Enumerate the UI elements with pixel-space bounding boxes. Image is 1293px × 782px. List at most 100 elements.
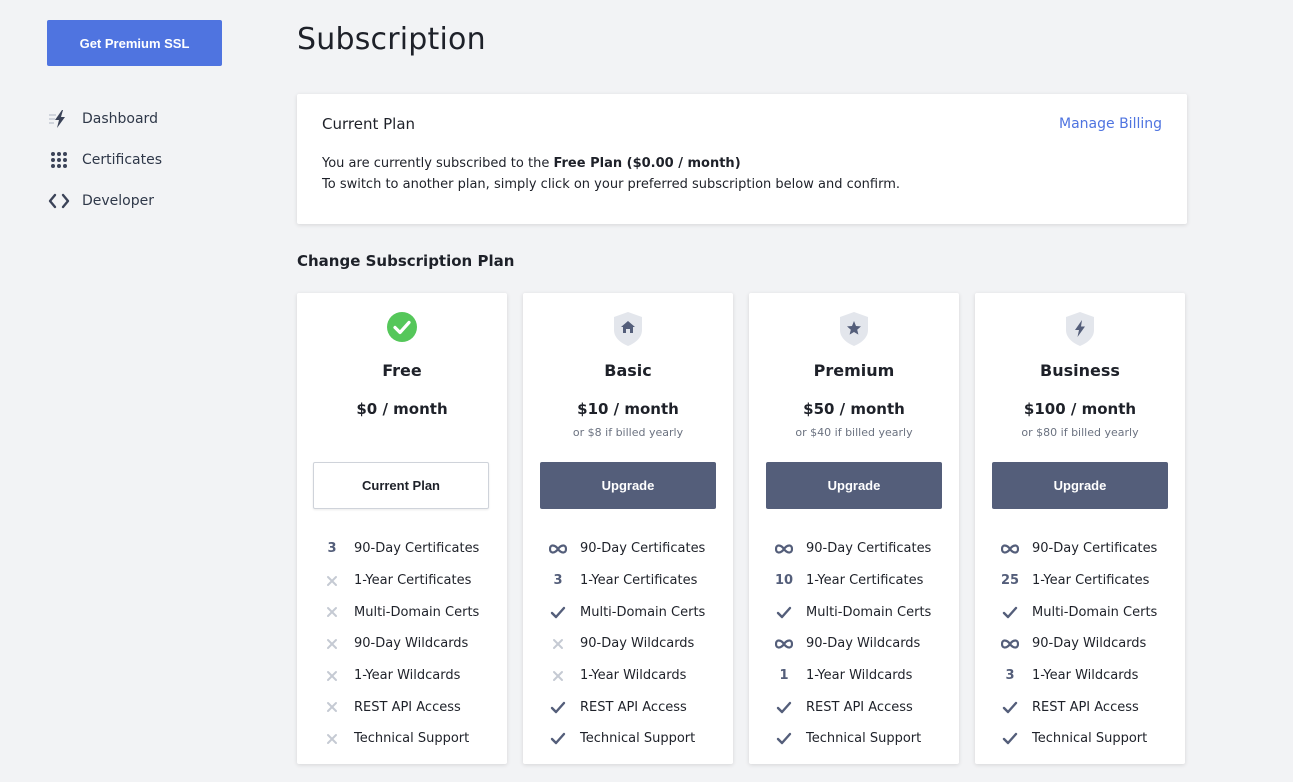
page-title: Subscription [297, 22, 486, 57]
feature-row: 1-Year Wildcards [547, 660, 705, 692]
feature-label: REST API Access [354, 699, 461, 715]
feature-row: 3 1-Year Wildcards [999, 660, 1157, 692]
feature-row: REST API Access [321, 691, 479, 723]
check-icon [547, 732, 569, 745]
feature-row: 90-Day Certificates [999, 533, 1157, 565]
feature-label: 90-Day Wildcards [806, 636, 921, 652]
feature-count: 3 [553, 573, 563, 589]
feature-label: Technical Support [354, 731, 470, 747]
feature-row: 3 90-Day Certificates [321, 533, 479, 565]
cross-icon [321, 701, 343, 713]
lightning-icon [48, 108, 70, 130]
feature-label: 90-Day Wildcards [354, 636, 469, 652]
check-circle-icon [297, 311, 507, 347]
feature-row: 90-Day Wildcards [547, 628, 705, 660]
feature-label: 90-Day Wildcards [580, 636, 695, 652]
plan-name: Free [382, 361, 422, 380]
check-icon [773, 606, 795, 619]
feature-label: 1-Year Certificates [1032, 573, 1150, 589]
feature-row: 25 1-Year Certificates [999, 565, 1157, 597]
feature-label: 1-Year Wildcards [580, 668, 687, 684]
feature-count: 10 [774, 573, 794, 589]
feature-row: 10 1-Year Certificates [773, 565, 931, 597]
feature-label: Technical Support [1032, 731, 1148, 747]
feature-row: Multi-Domain Certs [773, 596, 931, 628]
feature-row: 1-Year Certificates [321, 565, 479, 597]
code-icon [48, 190, 70, 212]
feature-label: 90-Day Certificates [354, 541, 480, 557]
feature-label: 1-Year Wildcards [1032, 668, 1139, 684]
feature-count: 25 [1000, 573, 1020, 589]
feature-label: 1-Year Certificates [354, 573, 472, 589]
plan-yearly-price: or $80 if billed yearly [1021, 426, 1139, 439]
feature-row: Technical Support [999, 723, 1157, 755]
cross-icon [321, 575, 343, 587]
feature-row: 90-Day Wildcards [999, 628, 1157, 660]
feature-label: 90-Day Certificates [580, 541, 706, 557]
feature-label: 1-Year Certificates [806, 573, 924, 589]
feature-row: Multi-Domain Certs [321, 596, 479, 628]
feature-label: 1-Year Wildcards [806, 668, 913, 684]
feature-label: Multi-Domain Certs [806, 604, 932, 620]
feature-row: Technical Support [773, 723, 931, 755]
feature-label: REST API Access [806, 699, 913, 715]
feature-label: REST API Access [1032, 699, 1139, 715]
manage-billing-link[interactable]: Manage Billing [1059, 116, 1162, 132]
upgrade-button[interactable]: Upgrade [766, 462, 942, 509]
get-premium-ssl-button[interactable]: Get Premium SSL [47, 20, 222, 66]
cross-icon [321, 670, 343, 682]
feature-label: REST API Access [580, 699, 687, 715]
shield-bolt-icon [975, 311, 1185, 347]
check-icon [773, 732, 795, 745]
plan-name: Basic [604, 361, 652, 380]
shield-home-icon [523, 311, 733, 347]
sidebar-item-developer[interactable]: Developer [48, 180, 162, 221]
sidebar-item-certificates[interactable]: Certificates [48, 139, 162, 180]
feature-label: Multi-Domain Certs [580, 604, 706, 620]
grid-icon [48, 149, 70, 171]
sidebar-item-label: Certificates [82, 151, 163, 168]
feature-row: 90-Day Certificates [547, 533, 705, 565]
feature-row: REST API Access [547, 691, 705, 723]
check-icon [999, 732, 1021, 745]
feature-label: Technical Support [806, 731, 922, 747]
cross-icon [547, 670, 569, 682]
feature-label: Multi-Domain Certs [354, 604, 480, 620]
infinity-icon [999, 544, 1021, 554]
cross-icon [321, 733, 343, 745]
feature-list: 90-Day Certificates 3 1-Year Certificates M… [547, 533, 705, 755]
plan-yearly-price: or $8 if billed yearly [572, 426, 684, 439]
feature-row: 90-Day Certificates [773, 533, 931, 565]
current-plan-description: You are currently subscribed to the Free… [322, 156, 741, 171]
feature-row: 1 1-Year Wildcards [773, 660, 931, 692]
feature-label: 90-Day Certificates [1032, 541, 1158, 557]
feature-count: 3 [327, 541, 337, 557]
sidebar-item-label: Dashboard [82, 110, 158, 127]
check-icon [547, 606, 569, 619]
current-plan-button[interactable]: Current Plan [313, 462, 489, 509]
check-icon [999, 701, 1021, 714]
current-plan-title: Current Plan [322, 115, 416, 133]
feature-list: 90-Day Certificates 10 1-Year Certificates… [773, 533, 931, 755]
feature-list: 3 90-Day Certificates 1-Year Certificates M… [321, 533, 479, 755]
upgrade-button[interactable]: Upgrade [540, 462, 716, 509]
cross-icon [321, 606, 343, 618]
infinity-icon [773, 544, 795, 554]
feature-row: Multi-Domain Certs [547, 596, 705, 628]
plan-price: $0 / month [356, 400, 448, 418]
upgrade-button[interactable]: Upgrade [992, 462, 1168, 509]
sidebar-item-dashboard[interactable]: Dashboard [48, 98, 162, 139]
current-plan-prefix: You are currently subscribed to the [322, 156, 554, 171]
feature-label: Multi-Domain Certs [1032, 604, 1158, 620]
feature-row: 90-Day Wildcards [321, 628, 479, 660]
infinity-icon [999, 639, 1021, 649]
check-icon [999, 606, 1021, 619]
check-icon [773, 701, 795, 714]
feature-label: 1-Year Certificates [580, 573, 698, 589]
infinity-icon [773, 639, 795, 649]
cross-icon [547, 638, 569, 650]
feature-count: 1 [779, 668, 789, 684]
plan-list: Free $0 / month Current Plan 3 90-Day Certif… [297, 293, 1185, 764]
feature-row: REST API Access [999, 691, 1157, 723]
plan-card-business: Business $100 / month or $80 if billed yea… [975, 293, 1185, 764]
